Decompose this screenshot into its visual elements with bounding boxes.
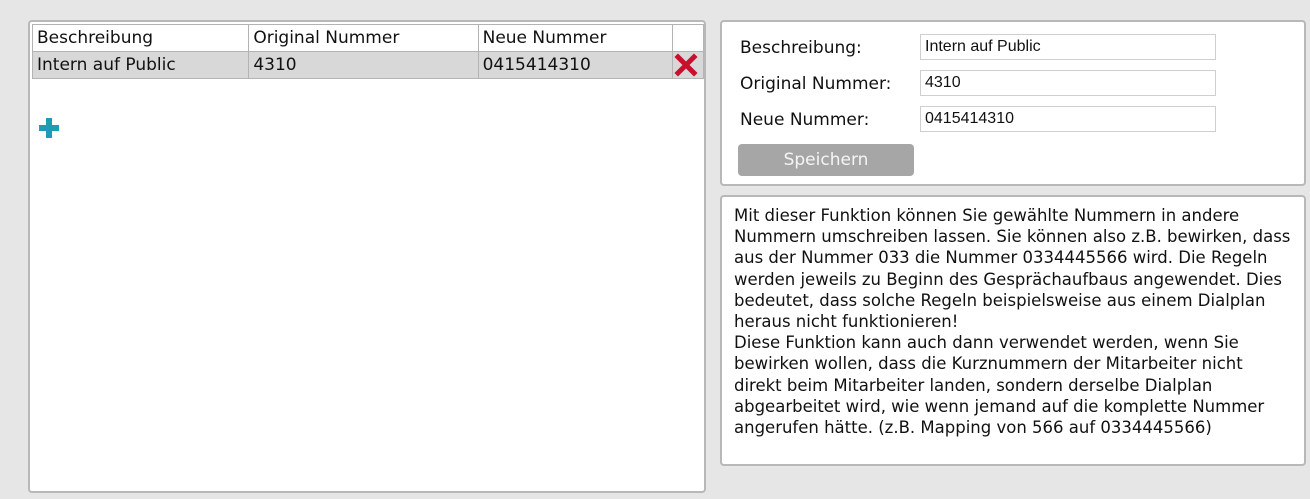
original-number-input[interactable] xyxy=(920,70,1216,96)
column-header-original-number[interactable]: Original Nummer xyxy=(248,24,479,52)
close-icon[interactable] xyxy=(673,52,699,78)
rules-table: Beschreibung Original Nummer Neue Nummer… xyxy=(31,24,704,79)
rules-list-panel: Beschreibung Original Nummer Neue Nummer… xyxy=(28,20,706,493)
cell-new-number[interactable]: 0415414310 xyxy=(477,51,674,79)
cell-description[interactable]: Intern auf Public xyxy=(31,51,250,79)
help-paragraph: Diese Funktion kann auch dann verwendet … xyxy=(734,333,1265,438)
column-header-description[interactable]: Beschreibung xyxy=(31,24,250,52)
column-header-new-number[interactable]: Neue Nummer xyxy=(477,24,674,52)
column-header-actions xyxy=(672,24,704,52)
new-number-label: Neue Nummer: xyxy=(740,110,870,130)
table-row[interactable]: Intern auf Public 4310 0415414310 xyxy=(31,51,704,79)
description-input[interactable] xyxy=(920,34,1216,60)
new-number-input[interactable] xyxy=(920,106,1216,132)
help-paragraph: Mit dieser Funktion können Sie gewählte … xyxy=(734,206,1291,332)
save-button[interactable]: Speichern xyxy=(738,144,914,176)
cell-delete xyxy=(672,51,704,79)
edit-form-panel: Beschreibung: Original Nummer: Neue Numm… xyxy=(720,20,1306,186)
plus-icon[interactable] xyxy=(39,118,59,138)
original-number-label: Original Nummer: xyxy=(740,74,892,94)
help-panel: Mit dieser Funktion können Sie gewählte … xyxy=(720,195,1306,466)
help-text: Mit dieser Funktion können Sie gewählte … xyxy=(734,205,1294,438)
table-header-row: Beschreibung Original Nummer Neue Nummer xyxy=(31,24,704,52)
cell-original-number[interactable]: 4310 xyxy=(248,51,479,79)
description-label: Beschreibung: xyxy=(740,38,862,58)
